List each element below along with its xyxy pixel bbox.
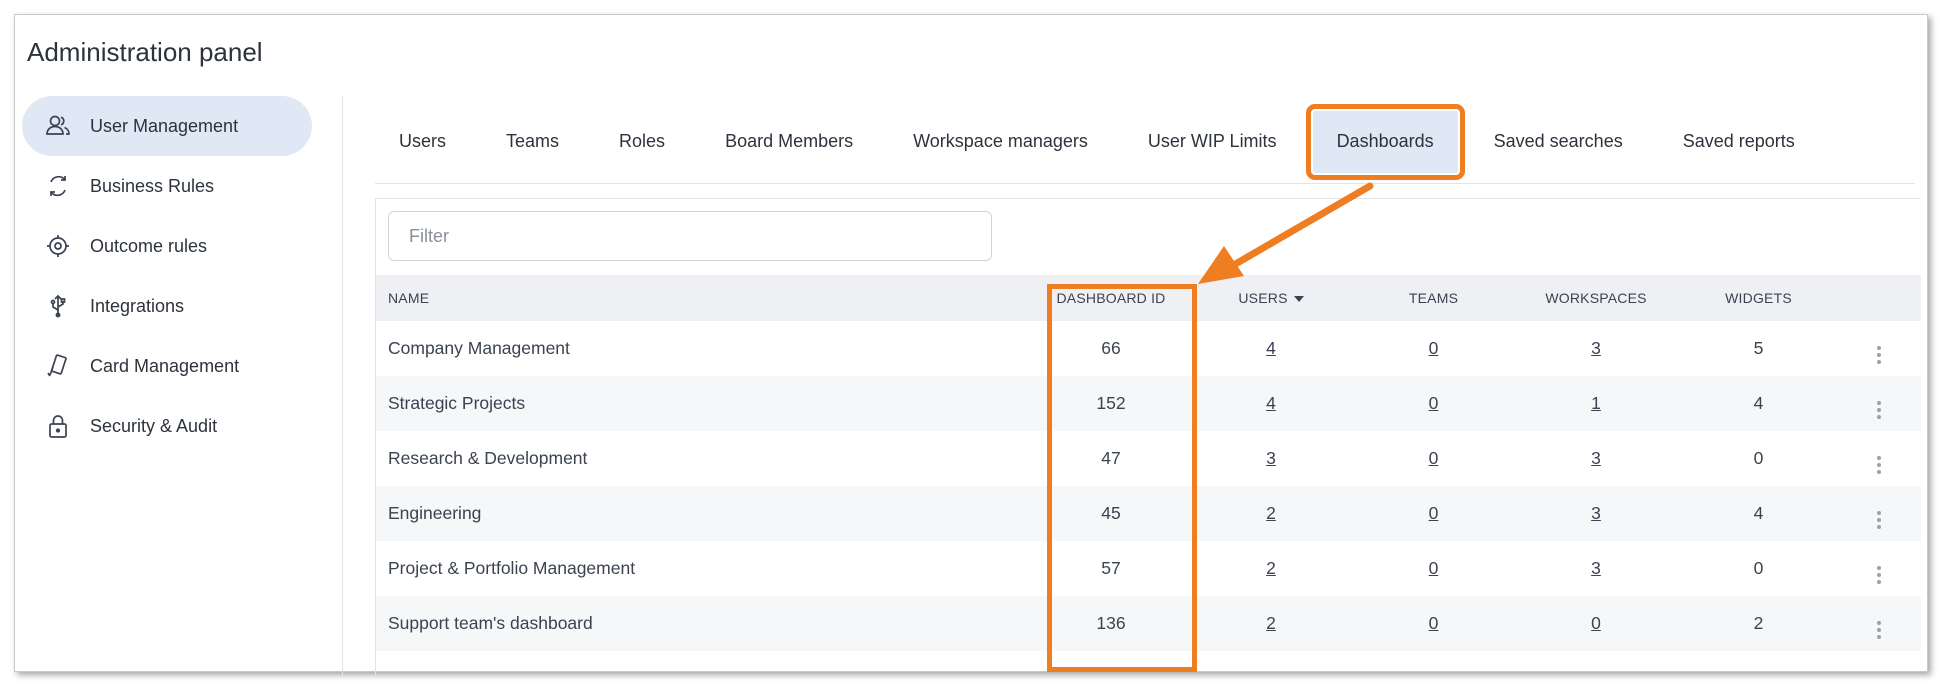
tab-users[interactable]: Users	[375, 111, 470, 173]
page-title: Administration panel	[27, 37, 263, 67]
kebab-menu-icon[interactable]	[1876, 510, 1881, 529]
cell-name: Project & Portfolio Management	[388, 558, 636, 578]
cell-widgets: 0	[1753, 558, 1764, 578]
cell-name: Engineering	[388, 503, 482, 523]
cell-users-link[interactable]: 2	[1266, 613, 1276, 633]
column-header-name[interactable]: NAME	[376, 275, 1036, 321]
sidebar-item-label: Card Management	[90, 355, 240, 376]
cell-workspaces-link[interactable]: 3	[1591, 448, 1601, 468]
cell-name: Company Management	[388, 338, 570, 358]
sidebar-item-label: Integrations	[90, 295, 185, 316]
tab-bar: Users Teams Roles Board Members Workspac…	[375, 100, 1915, 184]
cell-users-link[interactable]: 2	[1266, 558, 1276, 578]
cell-workspaces-link[interactable]: 3	[1591, 338, 1601, 358]
cell-widgets: 2	[1753, 613, 1764, 633]
cell-teams-link[interactable]: 0	[1429, 613, 1439, 633]
cell-teams-link[interactable]: 0	[1429, 503, 1439, 523]
sort-desc-icon	[1293, 296, 1304, 303]
filter-input[interactable]	[388, 211, 992, 261]
column-header-users[interactable]: USERS	[1186, 275, 1356, 321]
cell-teams-link[interactable]: 0	[1429, 448, 1439, 468]
kebab-menu-icon[interactable]	[1876, 455, 1881, 474]
tab-saved-reports[interactable]: Saved reports	[1659, 111, 1819, 173]
target-icon	[44, 232, 72, 260]
sidebar-item-label: Business Rules	[90, 175, 215, 196]
table-row[interactable]: Strategic Projects 152 4 0 1 4	[376, 376, 1921, 431]
cell-teams-link[interactable]: 0	[1429, 338, 1439, 358]
sidebar-item-label: User Management	[90, 115, 239, 136]
dashboards-table: NAME DASHBOARD ID USERS TEAMS WORKSPACES…	[376, 275, 1921, 651]
sidebar-item-integrations[interactable]: Integrations	[22, 276, 312, 336]
table-row[interactable]: Company Management 66 4 0 3 5	[376, 321, 1921, 376]
kebab-menu-icon[interactable]	[1876, 565, 1881, 584]
tab-dashboards[interactable]: Dashboards	[1305, 103, 1465, 180]
cell-users-link[interactable]: 4	[1266, 338, 1276, 358]
users-icon	[44, 112, 72, 140]
tab-workspace-managers[interactable]: Workspace managers	[889, 111, 1112, 173]
sidebar-item-security-audit[interactable]: Security & Audit	[22, 396, 312, 456]
kebab-menu-icon[interactable]	[1876, 620, 1881, 639]
cell-dashboard-id: 45	[1101, 503, 1121, 523]
table-row[interactable]: Project & Portfolio Management 57 2 0 3 …	[376, 541, 1921, 596]
cell-teams-link[interactable]: 0	[1429, 393, 1439, 413]
column-header-actions	[1836, 275, 1921, 321]
column-header-widgets[interactable]: WIDGETS	[1681, 275, 1836, 321]
cell-name: Strategic Projects	[388, 393, 526, 413]
sidebar-item-outcome-rules[interactable]: Outcome rules	[22, 216, 312, 276]
cell-widgets: 0	[1753, 448, 1764, 468]
sidebar-item-card-management[interactable]: Card Management	[22, 336, 312, 396]
cell-dashboard-id: 136	[1096, 613, 1126, 633]
cell-dashboard-id: 57	[1101, 558, 1121, 578]
kebab-menu-icon[interactable]	[1876, 400, 1881, 419]
column-header-label: USERS	[1238, 290, 1288, 306]
cell-teams-link[interactable]: 0	[1429, 558, 1439, 578]
cell-widgets: 5	[1753, 338, 1764, 358]
tab-saved-searches[interactable]: Saved searches	[1470, 111, 1647, 173]
cell-dashboard-id: 152	[1096, 393, 1126, 413]
cell-users-link[interactable]: 2	[1266, 503, 1276, 523]
tab-user-wip-limits[interactable]: User WIP Limits	[1124, 111, 1301, 173]
sidebar: User Management Business Rules Outcome r…	[22, 96, 312, 456]
cell-name: Research & Development	[388, 448, 588, 468]
sidebar-item-business-rules[interactable]: Business Rules	[22, 156, 312, 216]
sidebar-divider	[342, 96, 343, 676]
cell-users-link[interactable]: 4	[1266, 393, 1276, 413]
dashboards-panel: NAME DASHBOARD ID USERS TEAMS WORKSPACES…	[375, 198, 1921, 678]
column-header-workspaces[interactable]: WORKSPACES	[1511, 275, 1681, 321]
cell-name: Support team's dashboard	[388, 613, 593, 633]
cell-dashboard-id: 47	[1101, 448, 1121, 468]
sidebar-item-user-management[interactable]: User Management	[22, 96, 312, 156]
table-row[interactable]: Support team's dashboard 136 2 0 0 2	[376, 596, 1921, 651]
cell-workspaces-link[interactable]: 3	[1591, 558, 1601, 578]
cell-widgets: 4	[1753, 393, 1764, 413]
sidebar-item-label: Security & Audit	[90, 415, 218, 436]
cell-widgets: 4	[1753, 503, 1764, 523]
usb-icon	[44, 292, 72, 320]
cards-icon	[44, 352, 72, 380]
tab-board-members[interactable]: Board Members	[701, 111, 877, 173]
table-row[interactable]: Engineering 45 2 0 3 4	[376, 486, 1921, 541]
lock-icon	[44, 412, 72, 440]
refresh-icon	[44, 172, 72, 200]
table-row[interactable]: Research & Development 47 3 0 3 0	[376, 431, 1921, 486]
cell-workspaces-link[interactable]: 0	[1591, 613, 1601, 633]
kebab-menu-icon[interactable]	[1876, 345, 1881, 364]
cell-workspaces-link[interactable]: 3	[1591, 503, 1601, 523]
column-header-teams[interactable]: TEAMS	[1356, 275, 1511, 321]
tab-roles[interactable]: Roles	[595, 111, 689, 173]
tab-teams[interactable]: Teams	[482, 111, 583, 173]
cell-users-link[interactable]: 3	[1266, 448, 1276, 468]
sidebar-item-label: Outcome rules	[90, 235, 208, 256]
column-header-dashboard-id[interactable]: DASHBOARD ID	[1036, 275, 1186, 321]
cell-dashboard-id: 66	[1101, 338, 1121, 358]
cell-workspaces-link[interactable]: 1	[1591, 393, 1601, 413]
table-header-row: NAME DASHBOARD ID USERS TEAMS WORKSPACES…	[376, 275, 1921, 321]
